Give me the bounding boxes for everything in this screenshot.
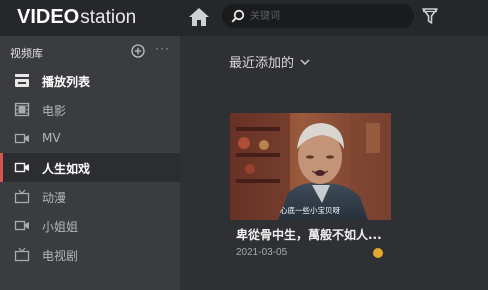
search-box <box>222 4 414 28</box>
thumbnail-image: 心底一些小宝贝呀 <box>230 113 391 220</box>
main-content: 最近添加的 心底一些小宝贝呀 卑從骨中生，萬般不如人... 2021-03-05 <box>180 36 488 290</box>
logo-station-text: station <box>80 7 137 28</box>
sidebar-item-xiaojiejie[interactable]: 小姐姐 <box>0 211 180 240</box>
sidebar-item-tv-series[interactable]: 电视剧 <box>0 240 180 269</box>
logo-video-text: VIDEO <box>17 6 80 28</box>
video-card[interactable]: 心底一些小宝贝呀 卑從骨中生，萬般不如人... 2021-03-05 <box>230 113 391 263</box>
playlist-icon <box>15 74 29 87</box>
sidebar-header: 视频库 ··· <box>0 36 180 66</box>
recently-added-dropdown[interactable]: 最近添加的 <box>229 52 310 71</box>
film-icon <box>14 102 30 117</box>
more-options-button[interactable]: ··· <box>155 41 170 55</box>
video-camera-icon <box>14 133 29 144</box>
add-library-icon[interactable] <box>131 44 145 58</box>
video-camera-icon <box>14 162 29 173</box>
sidebar-item-label: 小姐姐 <box>42 220 79 234</box>
sidebar-title: 视频库 <box>10 47 43 60</box>
home-button[interactable] <box>188 7 210 27</box>
filter-icon <box>422 8 438 24</box>
sidebar-item-label: 电影 <box>42 104 67 118</box>
home-icon <box>189 8 209 26</box>
app-logo[interactable]: VIDEO station <box>17 6 136 30</box>
video-station-app: VIDEO station 视频库 <box>0 0 488 290</box>
search-icon <box>231 9 245 23</box>
tv-icon <box>14 247 30 262</box>
sidebar-item-playlist[interactable]: 播放列表 <box>0 66 180 95</box>
sidebar-item-label: 人生如戏 <box>42 162 91 176</box>
sidebar-item-life-drama[interactable]: 人生如戏 <box>0 153 180 182</box>
filter-button[interactable] <box>421 7 439 25</box>
chevron-down-icon <box>300 59 310 65</box>
thumbnail-subtitle-text: 心底一些小宝贝呀 <box>280 205 340 215</box>
status-indicator-dot <box>373 248 383 258</box>
sidebar-item-movies[interactable]: 电影 <box>0 95 180 124</box>
sidebar-item-label: 动漫 <box>42 191 67 205</box>
sidebar: 视频库 ··· 播放列表 电影 MV 人生如戏 动漫 小姐姐 电视剧 <box>0 36 180 290</box>
video-title[interactable]: 卑從骨中生，萬般不如人... <box>236 226 382 243</box>
video-camera-icon <box>14 220 29 231</box>
tv-icon <box>14 189 30 204</box>
sidebar-item-label: MV <box>42 131 61 145</box>
search-input[interactable] <box>250 7 400 25</box>
video-date: 2021-03-05 <box>236 247 288 258</box>
video-thumbnail[interactable]: 心底一些小宝贝呀 <box>230 113 391 220</box>
sidebar-item-label: 电视剧 <box>42 249 79 263</box>
section-title: 最近添加的 <box>229 56 295 71</box>
sidebar-item-anime[interactable]: 动漫 <box>0 182 180 211</box>
sidebar-item-label: 播放列表 <box>42 75 91 89</box>
sidebar-item-mv[interactable]: MV <box>0 124 180 153</box>
top-bar: VIDEO station <box>0 0 488 36</box>
